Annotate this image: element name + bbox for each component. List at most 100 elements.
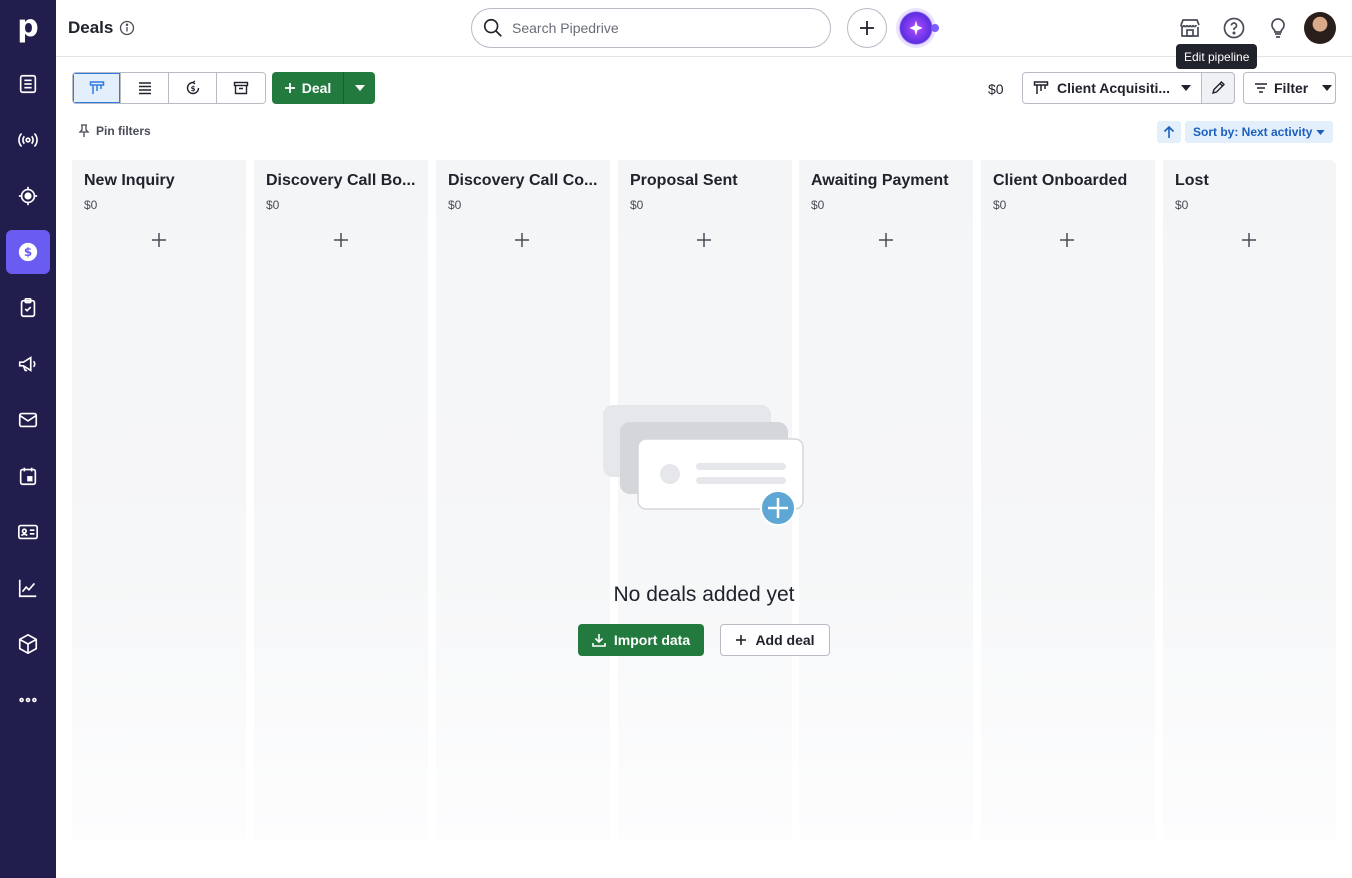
forecast-icon: $ [186,80,199,95]
arrow-up-icon [1163,125,1175,138]
more-icon [19,697,37,703]
stage-title: Discovery Call Co... [448,172,598,189]
pin-filters-label: Pin filters [96,124,151,138]
import-data-button[interactable]: Import data [578,624,704,656]
stage-amount: $0 [84,198,98,212]
search-input[interactable] [512,20,812,36]
stage-add-deal-button[interactable] [876,230,896,250]
sparkle-icon [909,20,923,36]
sidebar-item-deals[interactable]: $ [6,230,50,274]
sidebar-item-more[interactable] [6,678,50,722]
pin-filters-button[interactable]: Pin filters [78,124,151,138]
search-icon [483,18,502,37]
sidebar-item-leads[interactable] [6,62,50,106]
archive-view-button[interactable] [217,73,265,103]
plus-icon [1060,233,1074,247]
pipedrive-logo[interactable]: p [12,10,44,44]
quick-add-button[interactable] [847,8,887,48]
help-button[interactable] [1220,14,1248,42]
stage-add-deal-button[interactable] [512,230,532,250]
pipeline-selector-label: Client Acquisiti... [1057,80,1171,96]
sidebar-item-insights[interactable] [6,566,50,610]
stage-column: Lost $0 [1163,160,1336,840]
sort-direction-button[interactable] [1157,121,1181,143]
sidebar-item-calendar[interactable] [6,454,50,498]
caret-down-icon [1316,129,1326,135]
empty-state-message: No deals added yet [613,583,795,606]
stage-title: Discovery Call Bo... [266,172,416,189]
broadcast-icon [18,133,38,147]
plus-icon [284,83,295,93]
kanban-icon [89,81,104,94]
sidebar-item-projects[interactable] [6,174,50,218]
stage-amount: $0 [1175,198,1189,212]
stage-amount: $0 [630,198,644,212]
filter-label: Filter [1274,80,1309,96]
marketplace-button[interactable] [1176,14,1204,42]
caret-down-icon [1322,85,1333,91]
stage-add-deal-button[interactable] [1057,230,1077,250]
filter-button[interactable]: Filter [1243,72,1336,104]
stage-title: Proposal Sent [630,172,738,189]
contact-card-icon [18,524,38,540]
stage-add-deal-button[interactable] [1239,230,1259,250]
dollar-icon: $ [18,242,38,262]
plus-icon [334,233,348,247]
box-icon [18,633,38,655]
empty-deals-illustration [603,405,804,526]
page-title-text: Deals [68,18,114,37]
sort-by-dropdown[interactable]: Sort by: Next activity [1185,121,1334,143]
edit-pipeline-button[interactable] [1201,72,1235,104]
stage-column: Awaiting Payment $0 [799,160,973,840]
pipeline-view-button[interactable] [73,73,121,103]
plus-icon [736,635,747,645]
caret-down-icon [1181,85,1191,91]
target-icon [18,186,38,206]
stage-title: New Inquiry [84,172,175,189]
sidebar-item-products[interactable] [6,622,50,666]
topbar: Deals [56,0,1352,57]
stage-amount: $0 [448,198,462,212]
tips-button[interactable] [1264,14,1292,42]
empty-add-deal-button[interactable]: Add deal [720,624,830,656]
avatar[interactable] [1304,12,1336,44]
add-deal-dropdown-button[interactable] [343,72,375,104]
info-icon[interactable] [119,20,135,36]
view-switcher: $ [72,72,266,104]
stage-amount: $0 [993,198,1007,212]
svg-text:$: $ [190,85,195,93]
plus-icon [697,233,711,247]
add-deal-label: Deal [301,80,332,96]
filter-icon [1255,83,1267,93]
sidebar-item-signal[interactable] [6,118,50,162]
import-data-label: Import data [613,632,691,648]
search-box[interactable] [471,8,831,48]
sidebar-item-mail[interactable] [6,398,50,442]
ai-assistant-button[interactable] [896,8,936,48]
pipeline-total-value: $0 [988,81,1004,97]
stage-add-deal-button[interactable] [331,230,351,250]
stage-title: Lost [1175,172,1209,189]
sidebar-item-contacts[interactable] [6,510,50,554]
caret-down-icon [354,85,365,91]
sidebar-item-campaigns[interactable] [6,342,50,386]
stage-amount: $0 [811,198,825,212]
svg-text:$: $ [24,245,32,259]
stage-title: Client Onboarded [993,172,1128,189]
pipeline-selector[interactable]: Client Acquisiti... [1022,72,1202,104]
forecast-view-button[interactable]: $ [169,73,217,103]
stage-column: Discovery Call Co... $0 [436,160,610,840]
stage-column: Discovery Call Bo... $0 [254,160,428,840]
stage-amount: $0 [266,198,280,212]
add-deal-button[interactable]: Deal [272,72,343,104]
stage-add-deal-button[interactable] [694,230,714,250]
archive-icon [233,81,249,95]
ai-notification-dot [931,24,939,32]
list-view-button[interactable] [121,73,169,103]
plus-icon [152,233,166,247]
list-icon [138,82,151,95]
stage-add-deal-button[interactable] [149,230,169,250]
megaphone-icon [18,356,36,372]
leads-icon [19,74,37,94]
sidebar-item-activities[interactable] [6,286,50,330]
